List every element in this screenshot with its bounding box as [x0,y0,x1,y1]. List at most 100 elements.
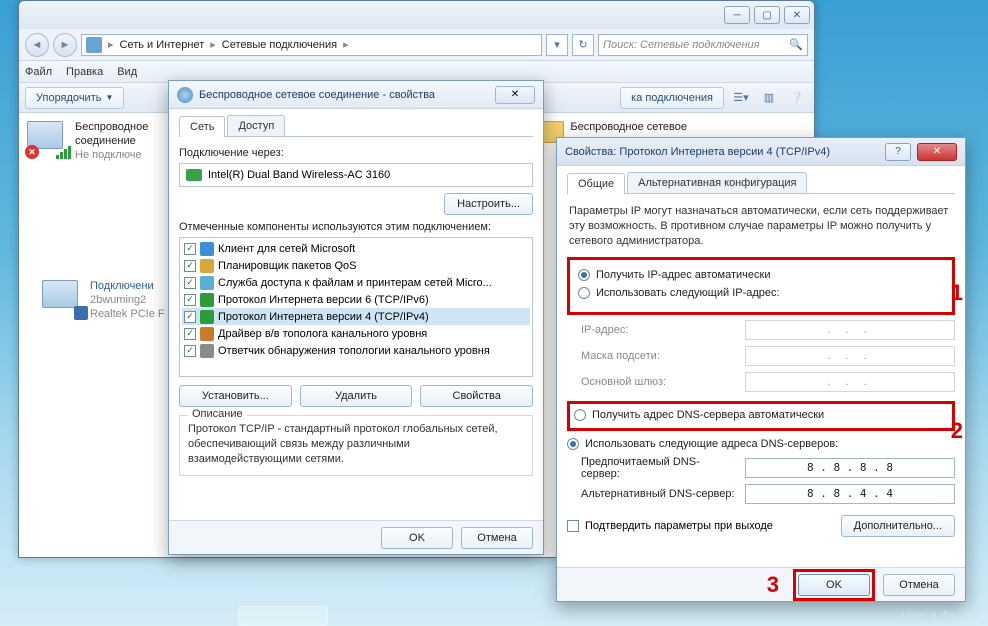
radio-ip-manual[interactable]: Использовать следующий IP-адрес: [578,284,944,302]
radio-label: Использовать следующие адреса DNS-сервер… [585,438,838,450]
highlight-box-3: OK [793,569,875,601]
list-item[interactable]: ✓Служба доступа к файлам и принтерам сет… [182,274,530,291]
help-icon[interactable]: ❔ [786,87,808,109]
conn-name: Подключени [90,280,165,294]
wireless-properties-dialog: Беспроводное сетевое соединение - свойст… [168,80,544,555]
install-button[interactable]: Установить... [179,385,292,407]
forward-button[interactable]: ► [53,33,77,57]
monitor-icon [42,280,78,308]
breadcrumb-dropdown[interactable]: ▾ [546,34,568,56]
menu-view[interactable]: Вид [117,66,137,78]
properties-button[interactable]: Свойства [420,385,533,407]
adapter-name: Intel(R) Dual Band Wireless-AC 3160 [208,169,390,181]
minimize-button[interactable]: ─ [724,6,750,24]
configure-button[interactable]: Настроить... [444,193,533,215]
ok-button[interactable]: OK [798,574,870,596]
dialog-titlebar: Свойства: Протокол Интернета версии 4 (T… [557,138,965,166]
conn-name: соединение [75,135,148,149]
checkbox-icon[interactable]: ✓ [184,328,196,340]
tab-alternate[interactable]: Альтернативная конфигурация [627,172,807,193]
close-button[interactable]: ✕ [784,6,810,24]
field-label: Маска подсети: [567,350,737,362]
tab-general[interactable]: Общие [567,173,625,194]
checkbox-icon[interactable]: ✓ [184,345,196,357]
advanced-button[interactable]: Дополнительно... [841,515,955,537]
maximize-button[interactable]: ▢ [754,6,780,24]
refresh-button[interactable]: ↻ [572,34,594,56]
menu-file[interactable]: Файл [25,66,52,78]
breadcrumb[interactable]: ▸ Сеть и Интернет ▸ Сетевые подключения … [81,34,542,56]
radio-dns-manual[interactable]: Использовать следующие адреса DNS-сервер… [567,435,955,453]
highlight-box-2: Получить адрес DNS-сервера автоматически [567,401,955,431]
ok-button[interactable]: OK [381,527,453,549]
checkbox-icon[interactable]: ✓ [184,277,196,289]
checkbox-icon[interactable]: ✓ [184,260,196,272]
tab-strip: Общие Альтернативная конфигурация [567,172,955,194]
dns2-input[interactable]: 8 . 8 . 4 . 4 [745,484,955,504]
conn-adapter: Realtek PCIe F [90,308,165,322]
taskbar-hint [238,606,328,626]
radio-ip-auto[interactable]: Получить IP-адрес автоматически [578,266,944,284]
dialog-close-button[interactable]: ✕ [495,86,535,104]
view-icons-button[interactable]: ☰▾ [730,87,752,109]
gateway-row: Основной шлюз:. . . [567,371,955,393]
menu-edit[interactable]: Правка [66,66,103,78]
nic-icon [186,169,202,181]
list-item[interactable]: ✓Клиент для сетей Microsoft [182,240,530,257]
highlight-box-1: Получить IP-адрес автоматически Использо… [567,257,955,315]
dialog-title: Свойства: Протокол Интернета версии 4 (T… [565,146,879,158]
uninstall-button[interactable]: Удалить [300,385,413,407]
toolbar-fragment[interactable]: ка подключения [620,87,724,109]
search-icon: 🔍 [789,38,803,51]
chevron-right-icon: ▸ [210,38,216,51]
breadcrumb-seg[interactable]: Сетевые подключения [222,39,337,51]
checkbox-icon[interactable]: ✓ [184,294,196,306]
tab-access[interactable]: Доступ [227,115,285,136]
cancel-button[interactable]: Отмена [461,527,533,549]
dialog-buttons: 3 OK Отмена [557,567,965,601]
mask-input: . . . [745,346,955,366]
components-list[interactable]: ✓Клиент для сетей Microsoft ✓Планировщик… [179,237,533,377]
list-item[interactable]: ✓Планировщик пакетов QoS [182,257,530,274]
tab-network[interactable]: Сеть [179,116,225,137]
list-item[interactable]: ✓Драйвер в/в тополога канального уровня [182,325,530,342]
radio-label: Получить адрес DNS-сервера автоматически [592,409,824,421]
conn-status: Не подключе [75,149,148,163]
validate-on-exit-row[interactable]: Подтвердить параметры при выходе Дополни… [567,515,955,537]
ip-input: . . . [745,320,955,340]
dialog-close-button[interactable]: ✕ [917,143,957,161]
chevron-right-icon: ▸ [343,38,349,51]
dialog-help-button[interactable]: ? [885,143,911,161]
checkbox-icon[interactable]: ✓ [184,243,196,255]
checkbox-icon[interactable] [567,520,579,532]
checkbox-icon[interactable]: ✓ [184,311,196,323]
dialog-title: Беспроводное сетевое соединение - свойст… [199,89,489,101]
disconnected-icon: ✕ [25,145,39,159]
radio-label: Использовать следующий IP-адрес: [596,287,780,299]
field-label: Альтернативный DNS-сервер: [567,488,737,500]
responder-icon [200,344,214,358]
list-item[interactable]: ✓Ответчик обнаружения топологии канально… [182,342,530,359]
search-input[interactable]: Поиск: Сетевые подключения 🔍 [598,34,808,56]
organize-button[interactable]: Упорядочить▼ [25,87,124,109]
annotation-2: 2 [951,418,963,444]
list-item-selected[interactable]: ✓ Протокол Интернета версии 4 (TCP/IPv4) [182,308,530,325]
cancel-button[interactable]: Отмена [883,574,955,596]
annotation-1: 1 [951,280,963,306]
connection-item[interactable]: Подключени 2bwuming2 Realtek PCIe F [42,280,165,321]
back-button[interactable]: ◄ [25,33,49,57]
ethernet-icon [74,306,88,320]
subnet-row: Маска подсети: . . . [567,345,955,367]
preview-pane-button[interactable]: ▥ [758,87,780,109]
components-label: Отмеченные компоненты используются этим … [179,221,533,233]
protocol-icon [200,310,214,324]
item-label: Протокол Интернета версии 4 (TCP/IPv4) [218,311,429,323]
network-globe-icon [177,87,193,103]
breadcrumb-seg[interactable]: Сеть и Интернет [120,39,205,51]
radio-dns-auto[interactable]: Получить адрес DNS-сервера автоматически [574,406,948,424]
list-item[interactable]: ✓Протокол Интернета версии 6 (TCP/IPv6) [182,291,530,308]
dns1-input[interactable]: 8 . 8 . 8 . 8 [745,458,955,478]
connection-item[interactable]: ✕ Беспроводное соединение Не подключе [27,121,148,549]
field-label: Основной шлюз: [567,376,737,388]
alternate-dns-row: Альтернативный DNS-сервер: 8 . 8 . 4 . 4 [567,483,955,505]
